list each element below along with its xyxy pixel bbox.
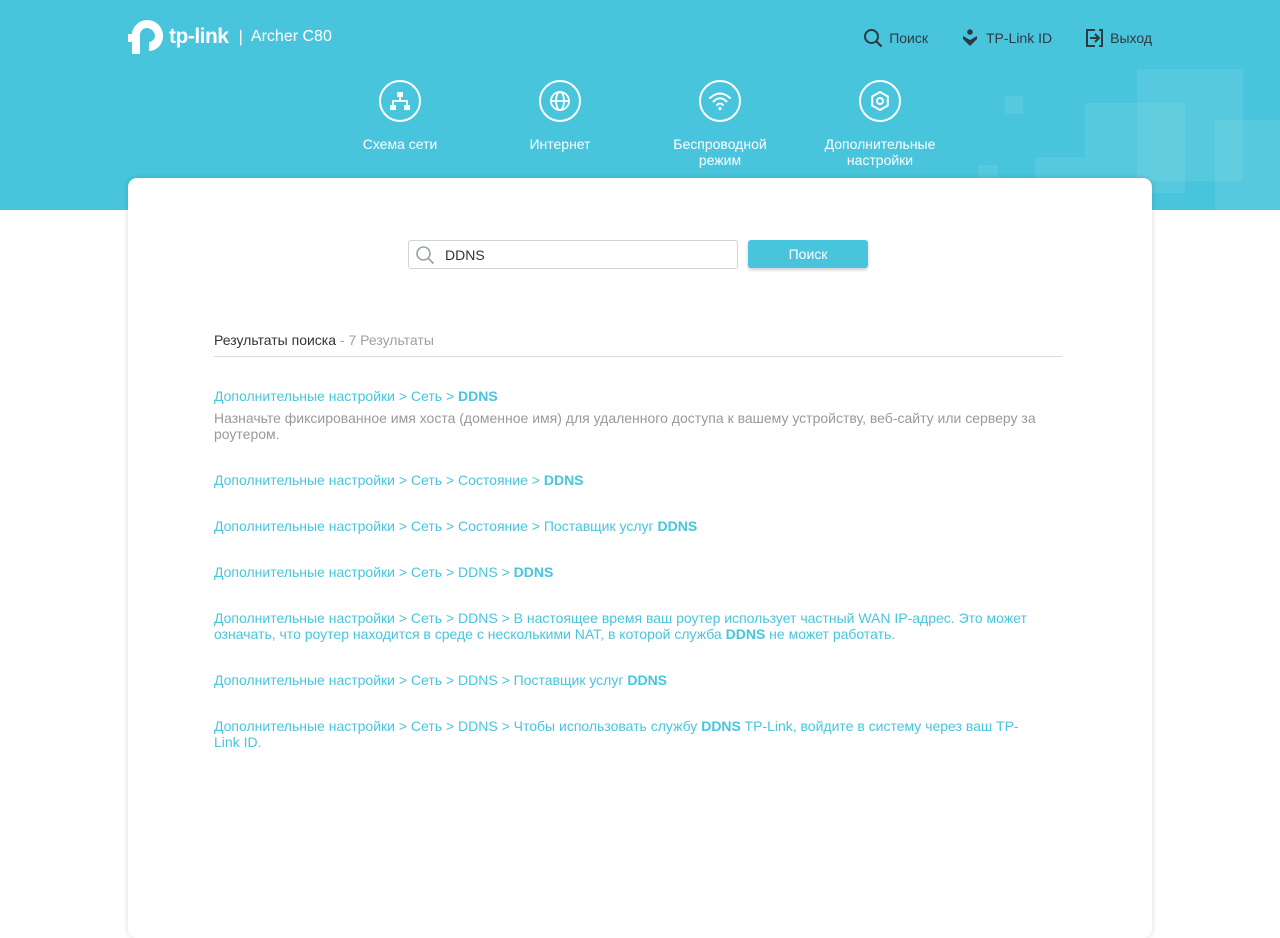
result-description: Назначьте фиксированное имя хоста (домен… (214, 410, 1036, 442)
result-path: Дополнительные настройки > Сеть > Состоя… (214, 472, 544, 488)
result-item: Дополнительные настройки > Сеть > DDNS >… (214, 718, 1044, 750)
nav-advanced[interactable]: Дополнительные настройки (810, 80, 950, 168)
tplink-id-icon (962, 29, 977, 46)
results-header: Результаты поиска - 7 Результаты (214, 332, 1062, 357)
result-keyword: DDNS (657, 518, 698, 534)
nav-internet[interactable]: Интернет (490, 80, 630, 152)
search-input[interactable] (443, 245, 717, 264)
top-search-button[interactable]: Поиск (863, 28, 928, 48)
nav-advanced-label: Дополнительные настройки (824, 136, 936, 168)
result-path: Дополнительные настройки > Сеть > (214, 388, 459, 404)
wifi-icon (709, 92, 731, 111)
logout-label: Выход (1110, 30, 1152, 46)
result-link[interactable]: Дополнительные настройки > Сеть > DDNS >… (214, 718, 1044, 750)
result-suffix: не может работать. (765, 626, 896, 642)
result-link[interactable]: Дополнительные настройки > Сеть > Состоя… (214, 472, 1044, 488)
search-field[interactable] (408, 240, 738, 269)
nav-network-map-circle (379, 80, 421, 122)
result-keyword: DDNS (725, 626, 766, 642)
result-link[interactable]: Дополнительные настройки > Сеть > DDNS >… (214, 564, 1044, 580)
tplink-logo-icon (128, 20, 163, 54)
model-name: Archer C80 (250, 28, 332, 45)
result-link[interactable]: Дополнительные настройки > Сеть > DDNS (214, 388, 1044, 404)
main-nav: Схема сети Интернет Беспроводной режим Д… (0, 80, 1280, 180)
nav-wireless-label: Беспроводной режим (673, 136, 767, 168)
result-keyword: DDNS (513, 564, 554, 580)
result-item: Дополнительные настройки > Сеть > DDNS >… (214, 610, 1044, 642)
result-item: Дополнительные настройки > Сеть > DDNS >… (214, 672, 1044, 688)
results-title: Результаты поиска (214, 332, 337, 348)
result-path: Дополнительные настройки > Сеть > DDNS >… (214, 610, 1027, 642)
brand-name: tp-link (169, 25, 229, 48)
results-count: - 7 Результаты (336, 332, 434, 348)
nav-network-map[interactable]: Схема сети (330, 80, 470, 152)
nav-advanced-circle (859, 80, 901, 122)
result-item: Дополнительные настройки > Сеть > DDNS >… (214, 564, 1044, 580)
result-keyword: DDNS (458, 388, 498, 404)
tplink-logo: tp-link | Archer C80 (128, 17, 332, 57)
nav-network-map-label: Схема сети (362, 136, 438, 152)
nav-internet-circle (539, 80, 581, 122)
result-path: Дополнительные настройки > Сеть > DDNS > (214, 564, 514, 580)
top-search-label: Поиск (889, 30, 928, 46)
search-icon (864, 29, 883, 48)
search-icon (416, 245, 434, 264)
nav-internet-label: Интернет (529, 136, 591, 152)
result-keyword: DDNS (543, 472, 584, 488)
result-link[interactable]: Дополнительные настройки > Сеть > Состоя… (214, 518, 1044, 534)
top-actions: Поиск TP-Link ID Выход (863, 27, 1152, 49)
logo-separator: | (238, 27, 243, 46)
result-item: Дополнительные настройки > Сеть > DDNS Н… (214, 388, 1044, 442)
network-map-icon (390, 92, 410, 110)
result-path: Дополнительные настройки > Сеть > DDNS >… (214, 718, 702, 734)
nav-wireless-circle (699, 80, 741, 122)
result-link[interactable]: Дополнительные настройки > Сеть > DDNS >… (214, 610, 1044, 642)
result-link[interactable]: Дополнительные настройки > Сеть > DDNS >… (214, 672, 1044, 688)
search-results-card: Поиск Результаты поиска - 7 Результаты Д… (128, 178, 1152, 938)
result-path: Дополнительные настройки > Сеть > Состоя… (214, 518, 658, 534)
logout-button[interactable]: Выход (1084, 28, 1152, 48)
result-keyword: DDNS (627, 672, 668, 688)
logout-icon (1086, 29, 1104, 47)
globe-icon (550, 91, 570, 111)
result-item: Дополнительные настройки > Сеть > Состоя… (214, 472, 1044, 488)
result-item: Дополнительные настройки > Сеть > Состоя… (214, 518, 1044, 534)
result-keyword: DDNS (701, 718, 741, 734)
result-path: Дополнительные настройки > Сеть > DDNS >… (214, 672, 628, 688)
nav-wireless[interactable]: Беспроводной режим (650, 80, 790, 168)
tplink-id-button[interactable]: TP-Link ID (960, 28, 1052, 48)
gear-icon (871, 90, 889, 112)
tplink-id-label: TP-Link ID (985, 30, 1053, 46)
search-button[interactable]: Поиск (748, 240, 868, 268)
